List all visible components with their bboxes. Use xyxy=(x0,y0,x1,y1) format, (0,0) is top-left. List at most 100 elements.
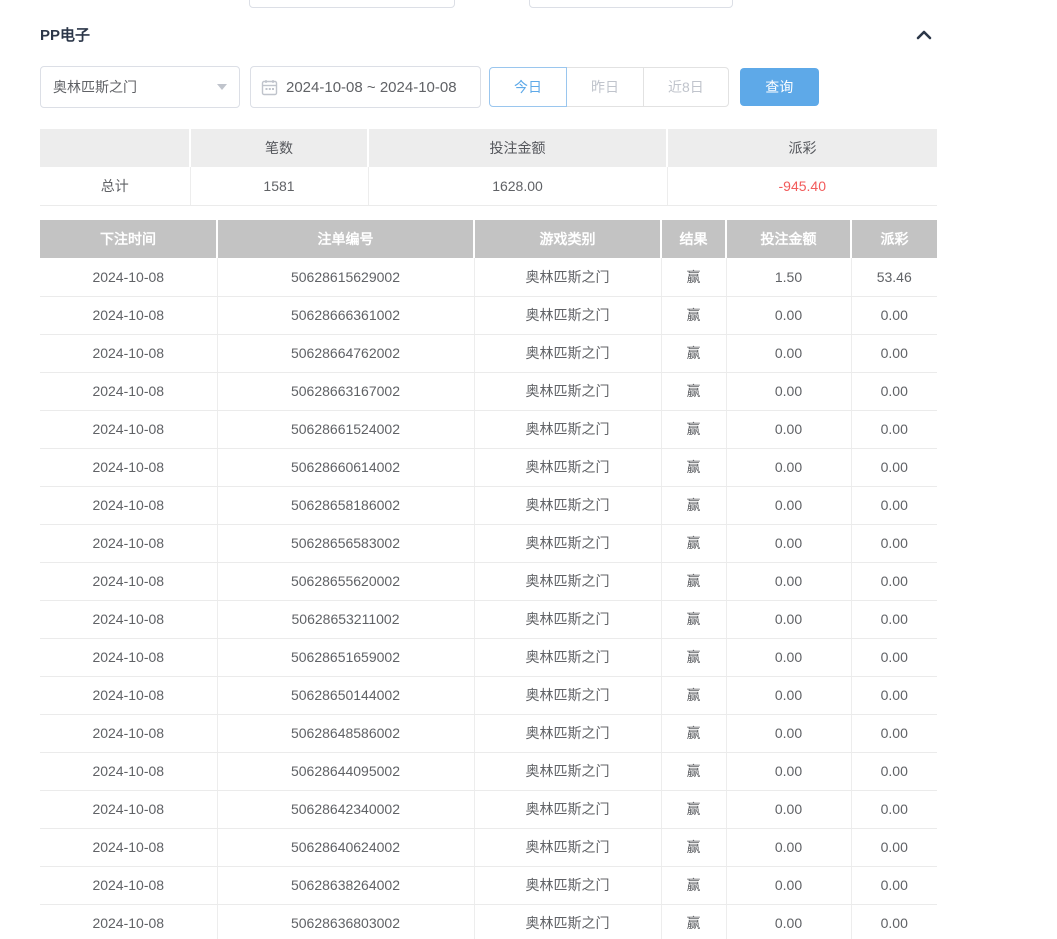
table-cell: 50628644095002 xyxy=(217,752,474,790)
table-cell: 奥林匹斯之门 xyxy=(474,828,661,866)
table-cell: 奥林匹斯之门 xyxy=(474,638,661,676)
chevron-up-icon xyxy=(915,29,933,44)
table-cell: 赢 xyxy=(661,752,726,790)
summary-table: 笔数 投注金额 派彩 总计 1581 1628.00 -945.40 xyxy=(40,129,937,206)
cropped-input-above-right[interactable] xyxy=(529,0,733,8)
table-cell: 2024-10-08 xyxy=(40,486,217,524)
table-cell: 50628658186002 xyxy=(217,486,474,524)
search-button[interactable]: 查询 xyxy=(740,68,819,106)
table-cell: 赢 xyxy=(661,448,726,486)
table-cell: 2024-10-08 xyxy=(40,334,217,372)
bets-table-body: 2024-10-0850628615629002奥林匹斯之门赢1.5053.46… xyxy=(40,258,937,939)
summary-total-bet-amount: 1628.00 xyxy=(368,167,667,205)
last-8-days-button[interactable]: 近8日 xyxy=(643,67,729,107)
today-button[interactable]: 今日 xyxy=(489,67,567,107)
table-cell: 奥林匹斯之门 xyxy=(474,410,661,448)
table-cell: 奥林匹斯之门 xyxy=(474,790,661,828)
table-cell: 奥林匹斯之门 xyxy=(474,752,661,790)
table-cell: 赢 xyxy=(661,790,726,828)
table-cell: 赢 xyxy=(661,562,726,600)
table-cell: 0.00 xyxy=(851,296,937,334)
table-cell: 50628655620002 xyxy=(217,562,474,600)
table-cell: 赢 xyxy=(661,372,726,410)
table-row: 2024-10-0850628638264002奥林匹斯之门赢0.000.00 xyxy=(40,866,937,904)
table-cell: 50628653211002 xyxy=(217,600,474,638)
table-cell: 50628651659002 xyxy=(217,638,474,676)
collapse-panel-button[interactable] xyxy=(911,27,937,43)
table-row: 2024-10-0850628655620002奥林匹斯之门赢0.000.00 xyxy=(40,562,937,600)
table-row: 2024-10-0850628661524002奥林匹斯之门赢0.000.00 xyxy=(40,410,937,448)
betting-records-page: PP电子 奥林匹斯之门 2024-10-08 ~ 2024-10-08 今日 昨… xyxy=(0,0,1057,939)
table-cell: 0.00 xyxy=(851,524,937,562)
table-row: 2024-10-0850628660614002奥林匹斯之门赢0.000.00 xyxy=(40,448,937,486)
table-cell: 赢 xyxy=(661,676,726,714)
panel-title: PP电子 xyxy=(40,24,90,45)
table-cell: 50628666361002 xyxy=(217,296,474,334)
table-cell: 赢 xyxy=(661,638,726,676)
table-cell: 奥林匹斯之门 xyxy=(474,676,661,714)
table-cell: 0.00 xyxy=(726,562,851,600)
summary-total-payout: -945.40 xyxy=(667,167,937,205)
date-range-input[interactable]: 2024-10-08 ~ 2024-10-08 xyxy=(250,66,481,108)
table-cell: 2024-10-08 xyxy=(40,828,217,866)
header-game-category: 游戏类别 xyxy=(474,220,661,258)
table-cell: 0.00 xyxy=(851,410,937,448)
table-cell: 赢 xyxy=(661,258,726,296)
cropped-input-above-left[interactable] xyxy=(249,0,455,8)
table-cell: 0.00 xyxy=(851,600,937,638)
caret-down-icon xyxy=(217,84,227,90)
table-cell: 50628636803002 xyxy=(217,904,474,939)
table-cell: 赢 xyxy=(661,828,726,866)
table-cell: 0.00 xyxy=(851,448,937,486)
table-cell: 0.00 xyxy=(726,676,851,714)
summary-header-count: 笔数 xyxy=(190,129,368,167)
table-cell: 2024-10-08 xyxy=(40,448,217,486)
table-cell: 0.00 xyxy=(851,334,937,372)
table-cell: 53.46 xyxy=(851,258,937,296)
table-cell: 赢 xyxy=(661,714,726,752)
table-row: 2024-10-0850628653211002奥林匹斯之门赢0.000.00 xyxy=(40,600,937,638)
table-cell: 2024-10-08 xyxy=(40,866,217,904)
header-result: 结果 xyxy=(661,220,726,258)
header-payout: 派彩 xyxy=(851,220,937,258)
table-cell: 2024-10-08 xyxy=(40,638,217,676)
table-cell: 0.00 xyxy=(726,904,851,939)
summary-total-row: 总计 1581 1628.00 -945.40 xyxy=(40,167,937,205)
table-cell: 2024-10-08 xyxy=(40,372,217,410)
summary-header-payout: 派彩 xyxy=(667,129,937,167)
table-cell: 50628615629002 xyxy=(217,258,474,296)
quick-range-button-group: 今日 昨日 近8日 xyxy=(489,67,729,107)
game-select[interactable]: 奥林匹斯之门 xyxy=(40,66,240,108)
table-cell: 2024-10-08 xyxy=(40,410,217,448)
table-row: 2024-10-0850628648586002奥林匹斯之门赢0.000.00 xyxy=(40,714,937,752)
table-cell: 2024-10-08 xyxy=(40,676,217,714)
table-cell: 0.00 xyxy=(851,714,937,752)
game-select-value: 奥林匹斯之门 xyxy=(53,77,137,97)
yesterday-button[interactable]: 昨日 xyxy=(566,67,644,107)
table-cell: 奥林匹斯之门 xyxy=(474,866,661,904)
header-bet-amount: 投注金额 xyxy=(726,220,851,258)
table-cell: 赢 xyxy=(661,486,726,524)
table-cell: 50628660614002 xyxy=(217,448,474,486)
summary-total-label: 总计 xyxy=(40,167,190,205)
table-row: 2024-10-0850628644095002奥林匹斯之门赢0.000.00 xyxy=(40,752,937,790)
table-cell: 0.00 xyxy=(851,676,937,714)
table-cell: 0.00 xyxy=(726,790,851,828)
table-cell: 赢 xyxy=(661,410,726,448)
table-cell: 赢 xyxy=(661,524,726,562)
table-cell: 奥林匹斯之门 xyxy=(474,714,661,752)
table-cell: 2024-10-08 xyxy=(40,562,217,600)
table-cell: 0.00 xyxy=(851,790,937,828)
calendar-icon xyxy=(261,79,278,96)
table-cell: 0.00 xyxy=(851,866,937,904)
table-cell: 2024-10-08 xyxy=(40,904,217,939)
table-cell: 1.50 xyxy=(726,258,851,296)
date-range-value: 2024-10-08 ~ 2024-10-08 xyxy=(286,79,457,96)
table-row: 2024-10-0850628640624002奥林匹斯之门赢0.000.00 xyxy=(40,828,937,866)
table-row: 2024-10-0850628642340002奥林匹斯之门赢0.000.00 xyxy=(40,790,937,828)
table-cell: 奥林匹斯之门 xyxy=(474,562,661,600)
panel-header: PP电子 xyxy=(40,24,937,45)
table-cell: 奥林匹斯之门 xyxy=(474,904,661,939)
bets-table: 下注时间 注单编号 游戏类别 结果 投注金额 派彩 2024-10-085062… xyxy=(40,220,937,939)
table-cell: 0.00 xyxy=(726,296,851,334)
